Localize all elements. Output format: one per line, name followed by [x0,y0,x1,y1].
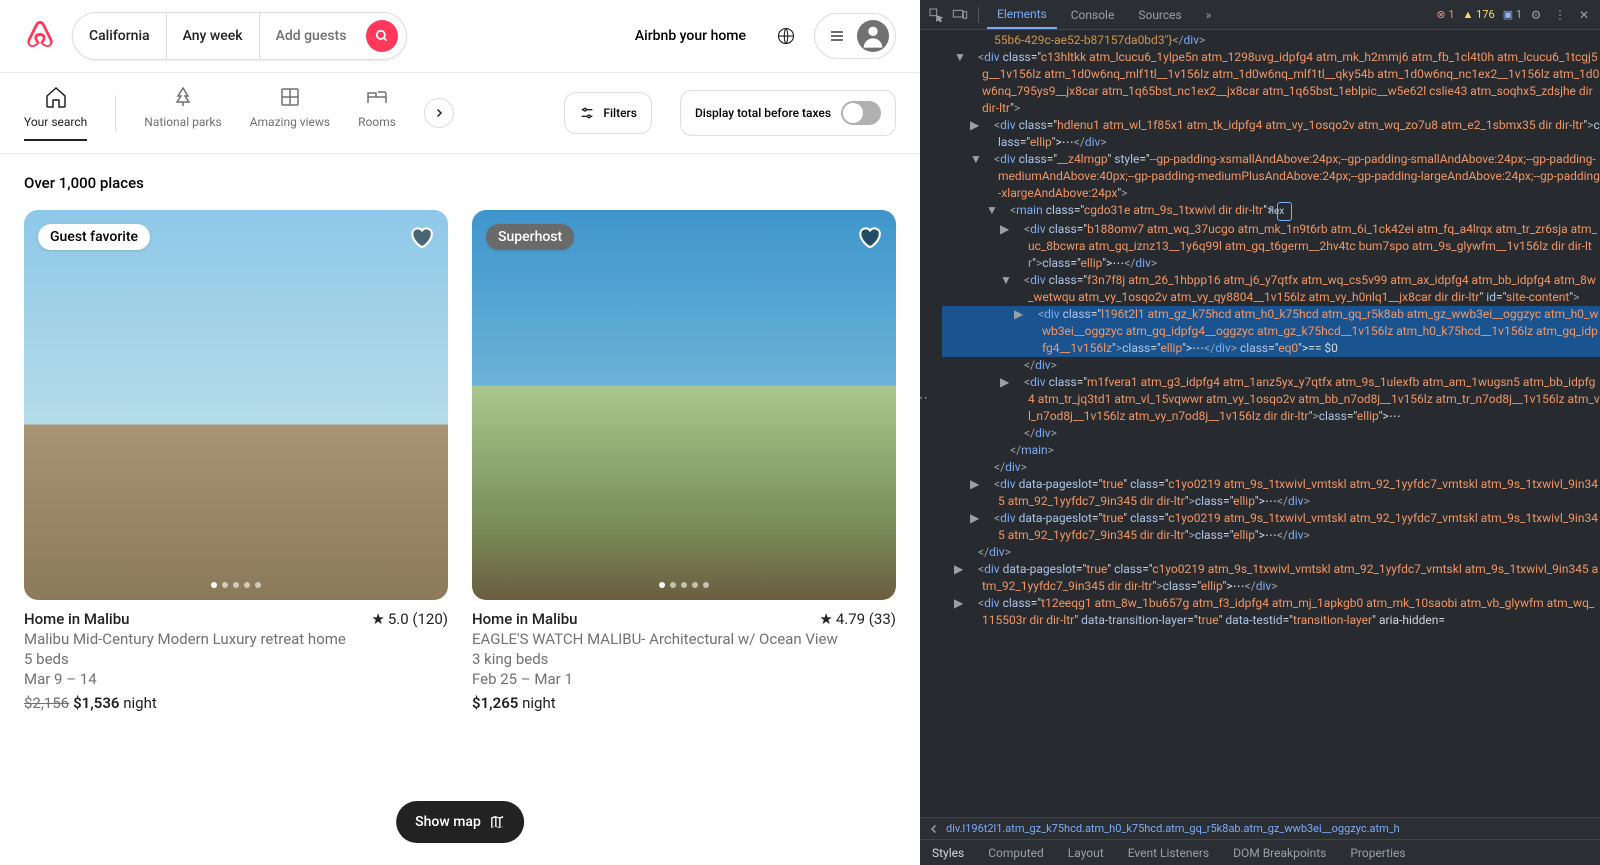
btab-event-listeners[interactable]: Event Listeners [1116,842,1221,864]
search-pill[interactable]: California Any week Add guests [72,12,407,60]
header-right: Airbnb your home [623,13,896,59]
listing-rating: ★ 4.79 (33) [819,610,896,628]
btab-dom-breakpoints[interactable]: DOM Breakpoints [1221,842,1338,864]
category-bar: Your search National parks Amazing views… [0,73,920,154]
results-heading: Over 1,000 places [24,174,896,192]
heart-icon[interactable] [408,224,434,250]
device-icon[interactable] [950,5,970,25]
listing-subtitle: EAGLE'S WATCH MALIBU- Architectural w/ O… [472,630,896,648]
btab-styles[interactable]: Styles [920,842,976,864]
btab-properties[interactable]: Properties [1338,842,1417,864]
image-dots [211,582,261,588]
warning-count[interactable]: ▲ 176 [1463,8,1495,21]
listing-price: $2,156$1,536 night [24,694,448,712]
house-icon [44,85,68,109]
category-scroll-right[interactable] [424,98,454,128]
airbnb-logo-icon[interactable] [24,20,56,52]
globe-icon [777,27,795,45]
close-icon[interactable]: ✕ [1574,5,1594,25]
menu-icon [829,28,845,44]
results: Over 1,000 places Guest favorite Home in… [0,154,920,712]
map-icon [489,814,505,830]
tree-icon [171,85,195,109]
switch-icon[interactable] [841,101,881,125]
listing-price: $1,265 night [472,694,896,712]
devtools-bottom-tabs: Styles Computed Layout Event Listeners D… [920,839,1600,865]
listing-beds: 5 beds [24,650,448,668]
btab-layout[interactable]: Layout [1056,842,1116,864]
btab-computed[interactable]: Computed [976,842,1056,864]
category-rooms[interactable]: Rooms [358,85,396,141]
dom-tree[interactable]: ⋯ 55b6-429c-ae52-b87157da0bd3"}</div>▼<d… [920,30,1600,817]
listing-title: Home in Malibu [472,610,578,628]
category-national-parks[interactable]: National parks [144,85,221,141]
devtools-pane: Elements Console Sources » ⊗ 1 ▲ 176 ▣ 1… [920,0,1600,865]
breadcrumb[interactable]: div.l196t2l1.atm_gz_k75hcd.atm_h0_k75hcd… [920,817,1600,839]
info-count[interactable]: ▣ 1 [1503,8,1522,21]
search-location[interactable]: California [73,12,167,60]
devtools-tabs: Elements Console Sources » ⊗ 1 ▲ 176 ▣ 1… [920,0,1600,30]
avatar-icon [857,20,889,52]
listing-title: Home in Malibu [24,610,130,628]
window-icon [278,85,302,109]
tab-more[interactable]: » [1196,2,1222,28]
tax-toggle[interactable]: Display total before taxes [680,90,896,136]
header: California Any week Add guests Airbnb yo… [0,0,920,73]
image-dots [659,582,709,588]
kebab-icon[interactable]: ⋮ [1550,5,1570,25]
chevron-right-icon [433,107,445,119]
search-button[interactable] [366,20,398,52]
globe-button[interactable] [766,16,806,56]
listing-beds: 3 king beds [472,650,896,668]
heart-icon[interactable] [856,224,882,250]
inspect-icon[interactable] [926,5,946,25]
tab-console[interactable]: Console [1061,2,1125,28]
listing-subtitle: Malibu Mid-Century Modern Luxury retreat… [24,630,448,648]
listing-image[interactable]: Guest favorite [24,210,448,600]
search-icon [375,29,389,43]
host-link[interactable]: Airbnb your home [623,16,758,56]
listing-card[interactable]: Guest favorite Home in Malibu ★ 5.0 (120… [24,210,448,712]
listing-dates: Feb 25 – Mar 1 [472,670,896,688]
tab-sources[interactable]: Sources [1128,2,1191,28]
error-count[interactable]: ⊗ 1 [1436,8,1454,21]
sliders-icon [579,105,595,121]
show-map-button[interactable]: Show map [396,801,524,843]
listing-badge: Guest favorite [38,224,150,250]
listing-rating: ★ 5.0 (120) [371,610,448,628]
category-your-search[interactable]: Your search [24,85,87,141]
listing-image[interactable]: Superhost [472,210,896,600]
airbnb-pane: California Any week Add guests Airbnb yo… [0,0,920,865]
gear-icon[interactable]: ⚙ [1526,5,1546,25]
filters-button[interactable]: Filters [564,92,652,134]
search-guests[interactable]: Add guests [260,12,363,60]
listing-dates: Mar 9 – 14 [24,670,448,688]
profile-menu[interactable] [814,13,896,59]
listing-badge: Superhost [486,224,574,250]
search-dates[interactable]: Any week [167,12,260,60]
bed-icon [365,85,389,109]
listing-card[interactable]: Superhost Home in Malibu ★ 4.79 (33) EAG… [472,210,896,712]
category-amazing-views[interactable]: Amazing views [250,85,330,141]
tab-elements[interactable]: Elements [987,1,1057,29]
